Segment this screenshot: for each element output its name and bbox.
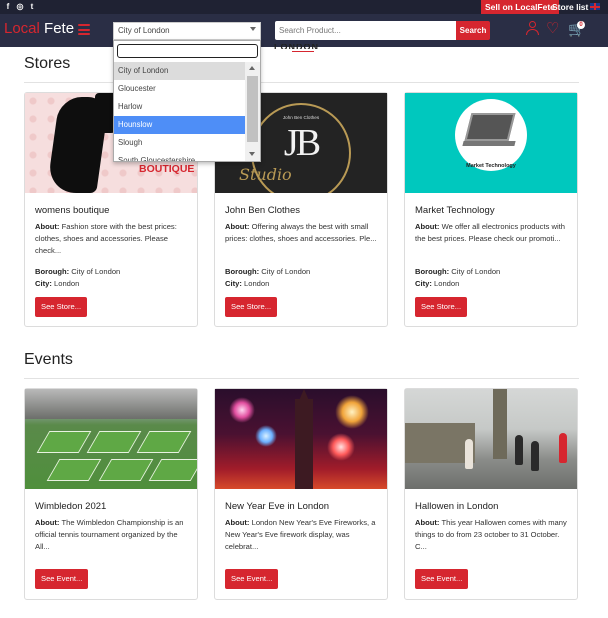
event-name: Hallowen in London [415, 501, 499, 512]
store-image-script: Studio [239, 165, 292, 184]
stores-section-title: Stores [24, 55, 71, 72]
search-button[interactable]: Search [456, 21, 490, 40]
city-option[interactable]: South Gloucestershire [114, 152, 245, 161]
city-option[interactable]: Gloucester [114, 80, 245, 98]
city-option[interactable]: Hounslow [114, 116, 245, 134]
logo-part-local: Local [4, 20, 40, 37]
twitter-icon[interactable]: t [28, 2, 36, 11]
store-name: womens boutique [35, 205, 110, 216]
section-divider [24, 378, 579, 379]
event-image[interactable] [405, 389, 577, 489]
store-image-text: Market Technology [466, 163, 516, 169]
page-city-heading: LONDON [274, 44, 319, 49]
city-dropdown: City of London Gloucester Harlow Hounslo… [113, 40, 261, 162]
sell-on-localfete-link[interactable]: Sell on LocalFete [481, 0, 559, 14]
store-city: City: London [35, 279, 80, 288]
store-borough: Borough: City of London [225, 267, 311, 276]
city-options-list: City of London Gloucester Harlow Hounslo… [114, 62, 245, 161]
store-borough: Borough: City of London [415, 267, 501, 276]
hamburger-menu-icon[interactable] [78, 24, 90, 35]
facebook-icon[interactable]: f [4, 2, 12, 11]
store-name: John Ben Clothes [225, 205, 300, 216]
store-name: Market Technology [415, 205, 495, 216]
logo-part-fete: Fete [44, 20, 75, 37]
section-divider [24, 82, 579, 83]
see-store-button[interactable]: See Store... [225, 297, 278, 317]
wishlist-heart-icon[interactable]: ♡ [546, 21, 560, 37]
event-image[interactable] [215, 389, 387, 489]
event-about: About: This year Hallowen comes with man… [415, 518, 567, 551]
see-store-button[interactable]: See Store... [415, 297, 468, 317]
city-option[interactable]: Slough [114, 134, 245, 152]
logo[interactable]: Local Fete [4, 21, 74, 37]
store-card: Market Technology Market Technology Abou… [404, 92, 578, 327]
store-borough: Borough: City of London [35, 267, 121, 276]
event-about: About: The Wimbledon Championship is an … [35, 518, 184, 551]
see-store-button[interactable]: See Store... [35, 297, 88, 317]
store-about: About: We offer all electronics products… [415, 222, 565, 243]
event-image[interactable] [25, 389, 197, 489]
store-about: About: Fashion store with the best price… [35, 222, 177, 255]
scrollbar-thumb[interactable] [247, 76, 258, 142]
store-list-link[interactable]: Store list [552, 0, 588, 14]
event-name: Wimbledon 2021 [35, 501, 107, 512]
scroll-up-icon[interactable] [249, 66, 255, 70]
product-search-input[interactable] [275, 21, 456, 40]
social-links: f ◎ t [4, 2, 36, 11]
store-image[interactable]: Market Technology [405, 93, 577, 193]
event-about: About: London New Year's Eve Fireworks, … [225, 518, 376, 551]
store-about: About: Offering always the best with sma… [225, 222, 377, 243]
city-dropdown-search-input[interactable] [117, 44, 258, 58]
city-select-value: City of London [118, 26, 170, 35]
chevron-down-icon [250, 27, 256, 31]
top-bar: f ◎ t Sell on LocalFete Store list [0, 0, 608, 14]
see-event-button[interactable]: See Event... [225, 569, 279, 589]
store-city: City: London [415, 279, 460, 288]
store-city: City: London [225, 279, 270, 288]
city-option[interactable]: Harlow [114, 98, 245, 116]
user-account-icon[interactable] [526, 21, 540, 37]
events-section-title: Events [24, 351, 73, 368]
city-select[interactable]: City of London [113, 22, 261, 40]
event-name: New Year Eve in London [225, 501, 330, 512]
see-event-button[interactable]: See Event... [415, 569, 469, 589]
instagram-icon[interactable]: ◎ [16, 2, 24, 11]
scroll-down-icon[interactable] [249, 152, 255, 156]
store-image-text: BOUTIQUE [139, 163, 195, 175]
dropdown-scrollbar[interactable] [245, 62, 260, 161]
heading-underline [292, 51, 314, 52]
see-event-button[interactable]: See Event... [35, 569, 89, 589]
uk-flag-icon[interactable] [590, 3, 600, 10]
event-card: Wimbledon 2021 About: The Wimbledon Cham… [24, 388, 198, 600]
cart-count-badge: 0 [577, 21, 585, 29]
city-option[interactable]: City of London [114, 62, 245, 80]
event-card: New Year Eve in London About: London New… [214, 388, 388, 600]
event-card: Hallowen in London About: This year Hall… [404, 388, 578, 600]
